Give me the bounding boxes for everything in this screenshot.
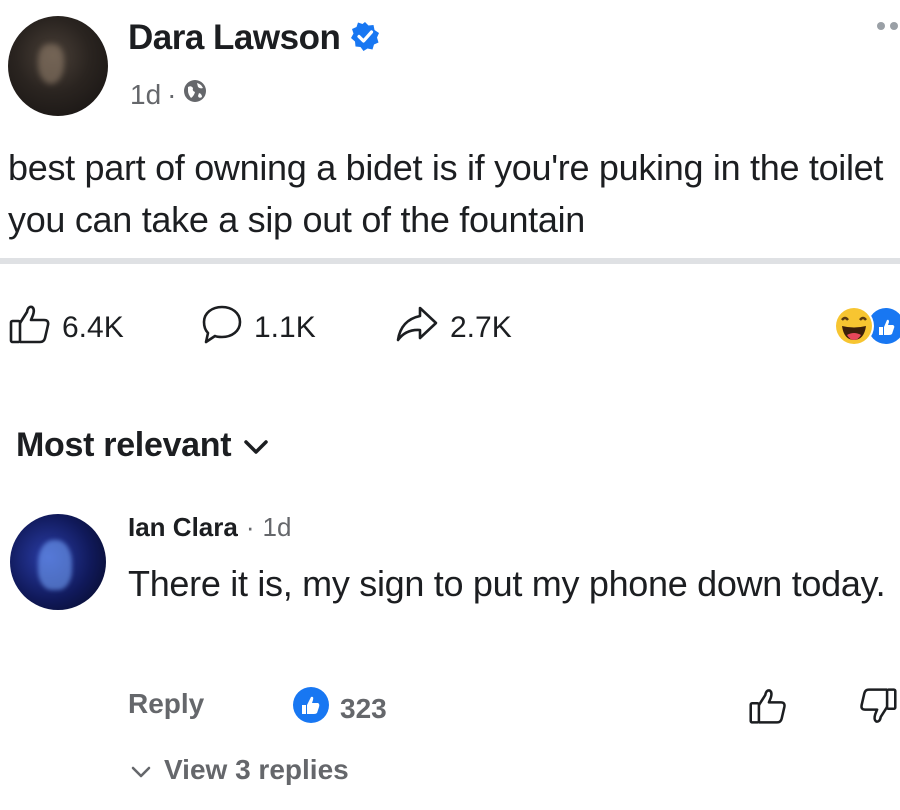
like-count: 6.4K	[62, 311, 124, 344]
post-divider	[0, 258, 900, 264]
comment-sort-dropdown[interactable]: Most relevant	[16, 426, 269, 465]
view-replies-label: View 3 replies	[164, 754, 349, 785]
like-reaction-icon	[292, 686, 330, 731]
share-arrow-icon	[394, 302, 440, 354]
globe-icon	[182, 78, 208, 111]
comment-bubble-icon	[200, 302, 244, 354]
comment-count: 1.1K	[254, 311, 316, 344]
chevron-down-icon	[243, 426, 269, 465]
comment-thumbs-up-icon[interactable]	[748, 686, 788, 731]
more-options-icon[interactable]	[877, 22, 898, 30]
comment-timestamp[interactable]: 1d	[263, 512, 292, 543]
post-timestamp[interactable]: 1d	[130, 79, 161, 111]
post-author-row: Dara Lawson	[128, 18, 380, 58]
sort-label: Most relevant	[16, 426, 232, 464]
share-action[interactable]: 2.7K	[394, 302, 512, 354]
commenter-name[interactable]: Ian Clara	[128, 512, 238, 543]
comment-like-count: 323	[340, 692, 387, 724]
post-meta: 1d ·	[130, 78, 208, 111]
post-author-name[interactable]: Dara Lawson	[128, 18, 341, 58]
comment-separator: ·	[245, 512, 255, 542]
share-count: 2.7K	[450, 311, 512, 344]
comment-action[interactable]: 1.1K	[200, 302, 316, 354]
chevron-down-icon	[130, 754, 152, 786]
post-text: best part of owning a bidet is if you're…	[8, 147, 884, 240]
comment-thumbs-down-icon[interactable]	[856, 686, 900, 731]
reply-button[interactable]: Reply	[128, 688, 204, 720]
reactions-summary[interactable]	[830, 300, 900, 352]
comment-like-badge[interactable]: 323	[292, 686, 387, 731]
meta-separator: ·	[167, 78, 177, 110]
thumbs-up-icon	[8, 302, 52, 354]
verified-badge-icon	[350, 21, 380, 56]
like-action[interactable]: 6.4K	[8, 302, 124, 354]
comment-header: Ian Clara · 1d	[128, 512, 291, 543]
author-avatar[interactable]	[8, 16, 108, 116]
view-replies-link[interactable]: View 3 replies	[130, 754, 349, 786]
commenter-avatar[interactable]	[10, 514, 106, 610]
comment-text: There it is, my sign to put my phone dow…	[128, 563, 886, 604]
